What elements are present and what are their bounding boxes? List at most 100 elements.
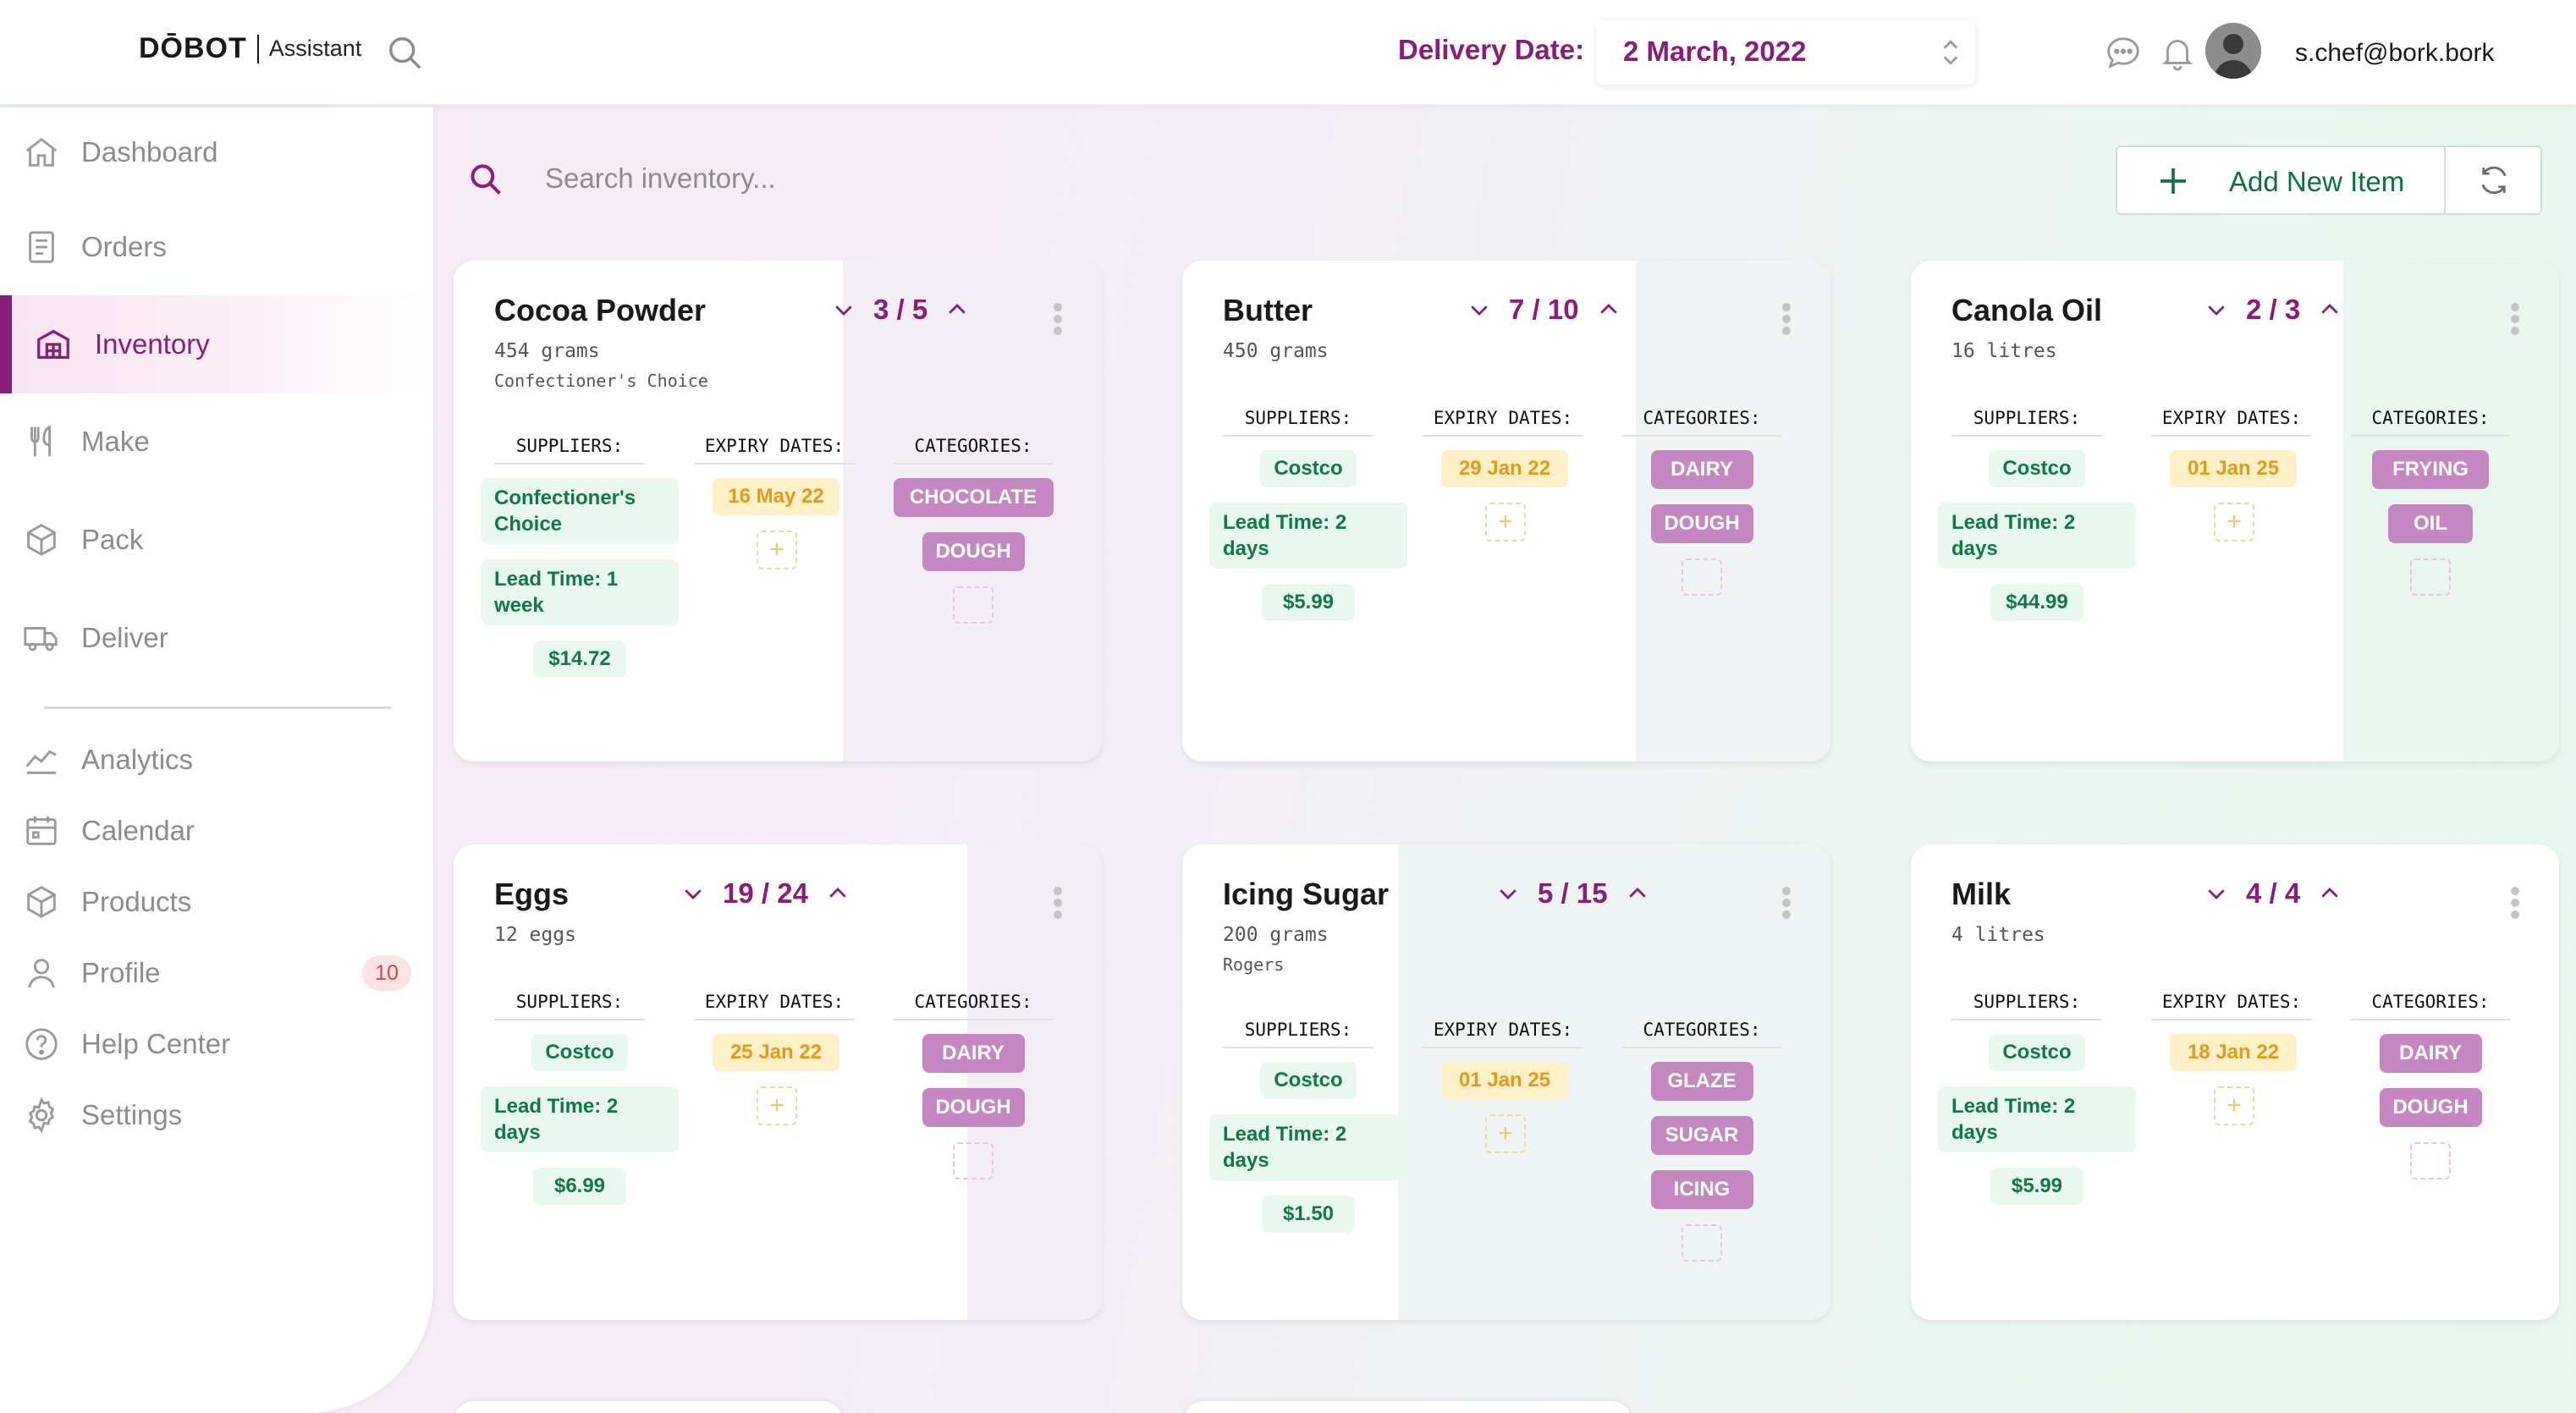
category-tag[interactable]: DOUGH xyxy=(2379,1088,2482,1127)
supplier-chip[interactable]: Costco xyxy=(1260,450,1357,487)
stock-count: 19 / 24 xyxy=(723,877,808,909)
category-tag[interactable]: OIL xyxy=(2388,504,2473,543)
supplier-chip[interactable]: Costco xyxy=(1989,450,2085,487)
stock-stepper: 3 / 5 xyxy=(831,293,970,327)
category-tag[interactable]: DOUGH xyxy=(1650,504,1753,543)
user-email[interactable]: s.chef@bork.bork xyxy=(2295,39,2495,68)
expiry-date-chip[interactable]: 29 Jan 22 xyxy=(1441,450,1568,487)
expiry-date-chip[interactable]: 16 May 22 xyxy=(713,478,839,515)
add-expiry-date-button[interactable]: + xyxy=(1485,503,1526,542)
chevron-down-icon[interactable] xyxy=(1495,881,1521,906)
sidebar-item-inventory[interactable]: Inventory xyxy=(0,295,433,393)
add-expiry-date-button[interactable]: + xyxy=(2214,1086,2254,1125)
sidebar-item-settings[interactable]: Settings xyxy=(0,1080,433,1151)
sidebar-item-profile[interactable]: Profile 10 xyxy=(0,937,433,1009)
plus-icon xyxy=(2160,168,2186,194)
inventory-card[interactable]: Eggs 12 eggs 19 / 24 SUPPLIERS: EXPIRY D… xyxy=(454,844,1102,1320)
add-category-button[interactable] xyxy=(2410,558,2451,596)
sidebar: Dashboard Orders Inventory Make Pack Del… xyxy=(0,107,433,1413)
category-tag[interactable]: DAIRY xyxy=(1650,450,1753,489)
sidebar-item-deliver[interactable]: Deliver xyxy=(0,596,433,680)
chevron-up-icon[interactable] xyxy=(1625,881,1650,906)
suppliers-header: SUPPLIERS: xyxy=(1951,408,2102,437)
lead-time-chip: Lead Time: 2 days xyxy=(1209,503,1407,569)
search-icon[interactable] xyxy=(386,34,425,73)
sidebar-item-analytics[interactable]: Analytics xyxy=(0,724,433,795)
expiry-date-chip[interactable]: 18 Jan 22 xyxy=(2170,1034,2297,1071)
add-category-button[interactable] xyxy=(953,586,994,624)
chevron-down-icon[interactable] xyxy=(2204,297,2229,322)
calendar-icon xyxy=(26,816,57,845)
inventory-card[interactable]: Canola Oil 16 litres 2 / 3 SUPPLIERS: EX… xyxy=(1911,261,2559,761)
more-options-icon[interactable] xyxy=(2508,887,2522,927)
more-options-icon[interactable] xyxy=(1780,303,1793,344)
sidebar-item-label: Dashboard xyxy=(81,136,218,168)
supplier-chip[interactable]: Costco xyxy=(1989,1034,2085,1071)
supplier-chip[interactable]: Confectioner's Choice xyxy=(481,478,679,544)
expiry-date-chip[interactable]: 01 Jan 25 xyxy=(2170,450,2297,487)
category-tag[interactable]: FRYING xyxy=(2372,450,2489,489)
category-tag[interactable]: GLAZE xyxy=(1650,1062,1753,1101)
sidebar-item-dashboard[interactable]: Dashboard xyxy=(0,110,433,195)
delivery-date-label: Delivery Date: xyxy=(1398,34,1585,65)
add-category-button[interactable] xyxy=(2410,1142,2451,1179)
truck-icon xyxy=(24,627,58,652)
add-new-item-button[interactable]: Add New Item xyxy=(2117,147,2444,213)
category-tag[interactable]: DOUGH xyxy=(922,1088,1025,1127)
more-options-icon[interactable] xyxy=(1051,303,1065,344)
add-expiry-date-button[interactable]: + xyxy=(757,531,797,569)
add-expiry-date-button[interactable]: + xyxy=(757,1086,797,1125)
category-tag[interactable]: CHOCOLATE xyxy=(893,478,1054,517)
category-tag[interactable]: DAIRY xyxy=(2379,1034,2482,1073)
sidebar-item-label: Orders xyxy=(81,231,167,262)
sidebar-item-help-center[interactable]: Help Center xyxy=(0,1009,433,1080)
category-tag[interactable]: DAIRY xyxy=(922,1034,1025,1073)
chevron-down-icon[interactable] xyxy=(1467,297,1492,322)
bell-icon[interactable] xyxy=(2158,32,2197,73)
add-category-button[interactable] xyxy=(1682,1224,1722,1262)
expiry-dates-header: EXPIRY DATES: xyxy=(694,992,855,1020)
chevron-down-icon[interactable] xyxy=(831,297,856,322)
sidebar-divider xyxy=(44,706,391,709)
app-logo[interactable]: DŌBOT Assistant xyxy=(139,32,361,65)
sidebar-item-calendar[interactable]: Calendar xyxy=(0,795,433,866)
chevron-down-icon[interactable] xyxy=(2204,881,2229,906)
supplier-chip[interactable]: Costco xyxy=(531,1034,628,1071)
inventory-card[interactable]: Milk 4 litres 4 / 4 SUPPLIERS: EXPIRY DA… xyxy=(1911,844,2559,1320)
sidebar-item-products[interactable]: Products xyxy=(0,866,433,937)
more-options-icon[interactable] xyxy=(2508,303,2522,344)
supplier-chip[interactable]: Costco xyxy=(1260,1062,1357,1099)
stock-stepper: 5 / 15 xyxy=(1495,877,1650,910)
more-options-icon[interactable] xyxy=(1780,887,1793,927)
add-category-button[interactable] xyxy=(953,1142,994,1179)
search-input[interactable] xyxy=(545,157,1205,200)
more-options-icon[interactable] xyxy=(1051,887,1065,927)
expiry-date-chip[interactable]: 25 Jan 22 xyxy=(713,1034,839,1071)
lead-time-chip: Lead Time: 2 days xyxy=(1938,503,2136,569)
sidebar-item-pack[interactable]: Pack xyxy=(0,498,433,582)
chevron-up-icon[interactable] xyxy=(825,881,850,906)
chevron-up-icon[interactable] xyxy=(1596,297,1621,322)
sidebar-item-orders[interactable]: Orders xyxy=(0,205,433,289)
chat-icon[interactable] xyxy=(2104,34,2143,73)
user-avatar[interactable] xyxy=(2205,23,2261,79)
add-expiry-date-button[interactable]: + xyxy=(2214,503,2254,542)
chevron-up-icon[interactable] xyxy=(944,297,970,322)
refresh-button[interactable] xyxy=(2446,147,2540,213)
inventory-card[interactable]: Cocoa Powder 454 grams Confectioner's Ch… xyxy=(454,261,1102,761)
category-tag[interactable]: SUGAR xyxy=(1650,1116,1753,1155)
item-brand: Rogers xyxy=(1223,954,1285,975)
delivery-date-select[interactable]: 2 March, 2022 xyxy=(1596,20,1975,85)
chevron-up-icon[interactable] xyxy=(2317,881,2342,906)
inventory-card[interactable]: Icing Sugar 200 grams Rogers 5 / 15 SUPP… xyxy=(1182,844,1830,1320)
inventory-card[interactable]: Butter 450 grams 7 / 10 SUPPLIERS: EXPIR… xyxy=(1182,261,1830,761)
sidebar-item-make[interactable]: Make xyxy=(0,399,433,484)
chevron-up-icon[interactable] xyxy=(2317,297,2342,322)
category-tag[interactable]: ICING xyxy=(1650,1170,1753,1209)
category-tag[interactable]: DOUGH xyxy=(922,532,1025,571)
add-expiry-date-button[interactable]: + xyxy=(1485,1114,1526,1153)
inventory-search xyxy=(464,152,1225,205)
expiry-date-chip[interactable]: 01 Jan 25 xyxy=(1441,1062,1568,1099)
add-category-button[interactable] xyxy=(1682,558,1722,596)
chevron-down-icon[interactable] xyxy=(680,881,706,906)
